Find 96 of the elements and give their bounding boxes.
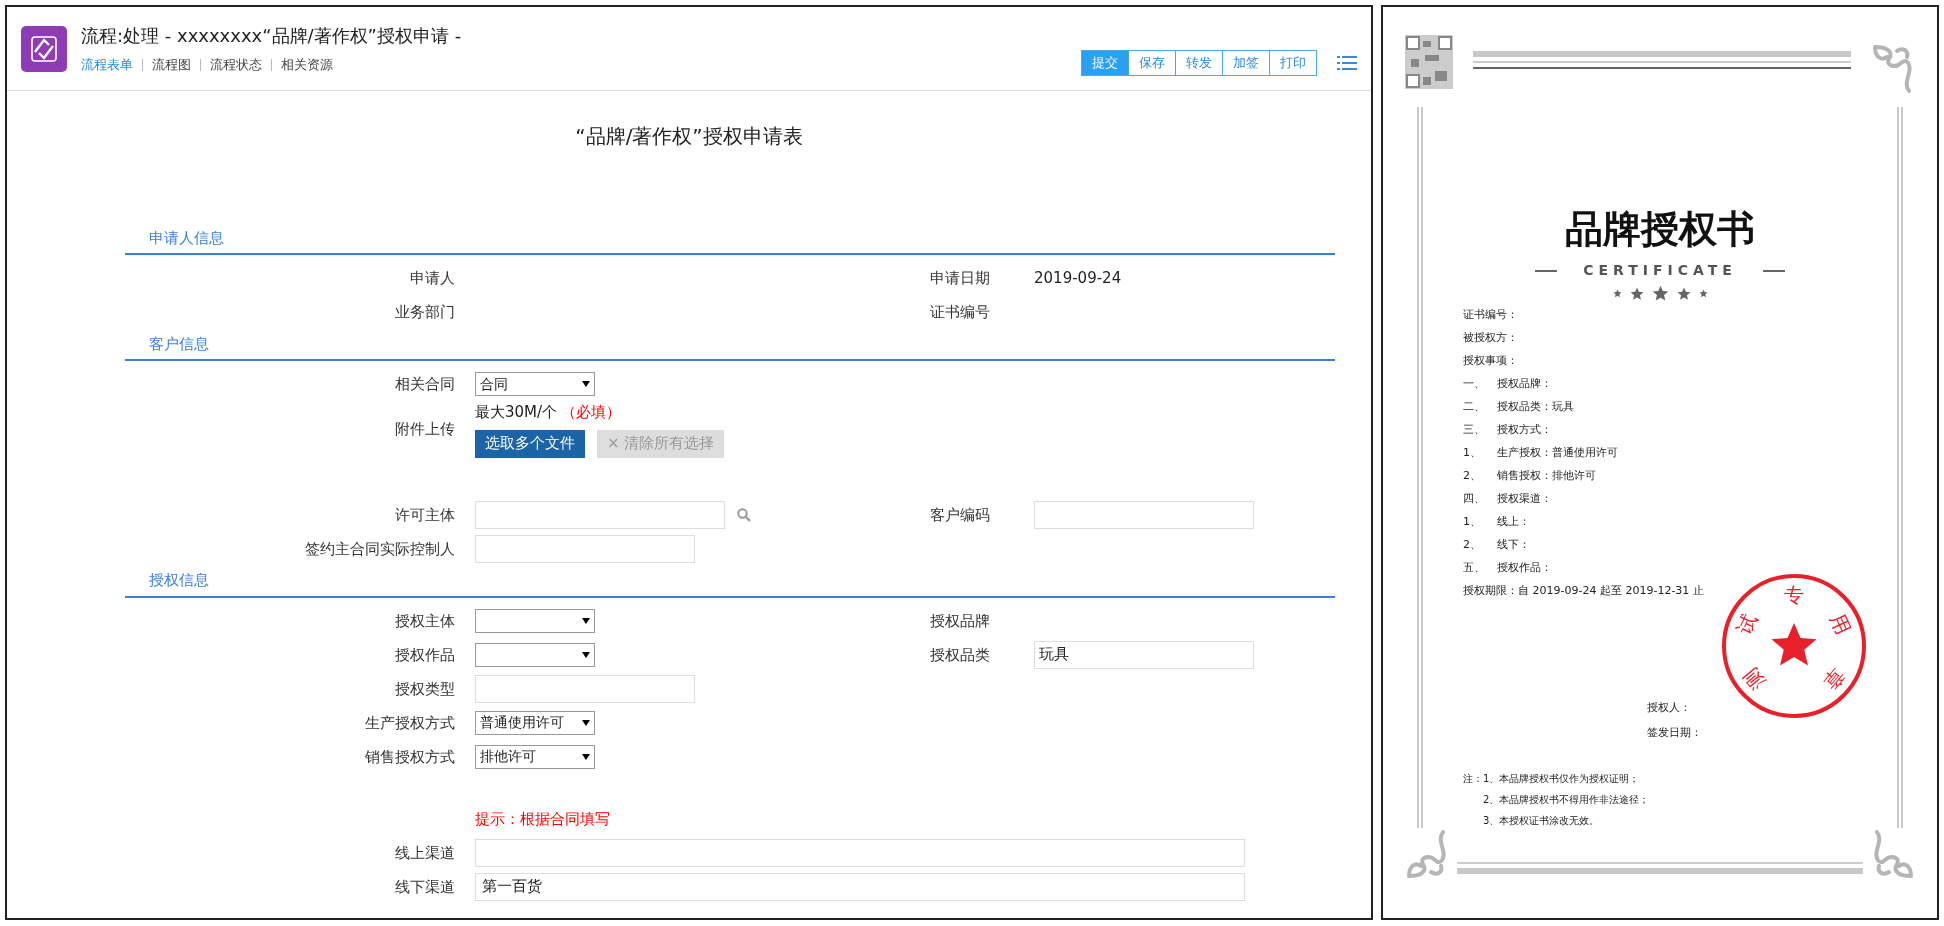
certificate-subtitle: CERTIFICATE: [1583, 261, 1737, 280]
certificate-title: 品牌授权书: [1565, 206, 1755, 253]
field-label: 生产授权方式: [365, 713, 455, 732]
list-marker: 2、: [1463, 467, 1482, 484]
list-marker: 五、: [1463, 559, 1486, 576]
field-label: 授权品类: [930, 645, 990, 664]
field-label: 申请人: [410, 269, 455, 287]
input-field[interactable]: [475, 674, 695, 703]
note-text: 注：1、本品牌授权书仅作为授权证明；: [1463, 772, 1641, 786]
certificate-line: 证书编号：: [1463, 306, 1518, 323]
dropdown-value: 普通使用许可: [480, 713, 564, 732]
search-icon[interactable]: [737, 507, 751, 522]
certificate-line: 被授权方：: [1463, 329, 1518, 346]
size-limit-text: 最大30M/个: [475, 402, 558, 423]
caret-icon: [582, 753, 590, 760]
dropdown[interactable]: 合同: [475, 372, 595, 396]
required-text: （必填）: [561, 402, 622, 423]
input-value: 玩具: [1039, 644, 1069, 666]
caret-icon: [582, 719, 590, 726]
dropdown[interactable]: 普通使用许可: [475, 710, 595, 735]
input-field[interactable]: 第一百货: [475, 872, 1245, 901]
certificate-line: 授权方式：: [1497, 421, 1552, 438]
dropdown[interactable]: [475, 642, 595, 667]
input-field[interactable]: 玩具: [1034, 640, 1254, 669]
note-text: 2、本品牌授权书不得用作非法途径；: [1482, 793, 1651, 807]
caret-icon: [582, 617, 590, 624]
section-title: 授权信息: [149, 570, 209, 591]
certificate-line: 授权渠道：: [1497, 490, 1552, 507]
signer-label: 授权人：: [1647, 700, 1692, 716]
section-title: 申请人信息: [149, 227, 224, 249]
corner-ornament-icon: [1871, 43, 1915, 95]
field-label: 线上渠道: [395, 843, 455, 862]
certificate-line: 授权品牌：: [1497, 375, 1552, 392]
field-label: 授权品牌: [930, 611, 990, 630]
caret-icon: [582, 651, 590, 658]
list-marker: 1、: [1463, 444, 1482, 461]
certificate-line: 授权事项：: [1463, 352, 1518, 369]
qr-code-icon: [1405, 35, 1453, 89]
certificate-line: 线下：: [1497, 536, 1530, 553]
tab[interactable]: 流程图: [152, 55, 191, 75]
star-icon: [1629, 286, 1644, 301]
menu-icon[interactable]: [1337, 55, 1357, 71]
field-label: 授权作品: [395, 645, 455, 664]
seal-stamp: 测试专用章: [1719, 571, 1869, 721]
issue-date-label: 签发日期：: [1647, 724, 1703, 741]
field-label: 证书编号: [930, 303, 990, 321]
input-field[interactable]: [475, 534, 695, 563]
list-marker: 三、: [1463, 421, 1486, 438]
star-icon: [1612, 289, 1622, 298]
window-title: 流程:处理 - xxxxxxxx“品牌/著作权”授权申请 -: [81, 24, 463, 49]
dropdown[interactable]: 排他许可: [475, 744, 595, 769]
field-label: 申请日期: [930, 269, 990, 287]
field-label: 许可主体: [395, 505, 455, 524]
hint-text: 提示：根据合同填写: [475, 809, 610, 831]
certificate-line: 线上：: [1497, 513, 1530, 530]
field-label: 授权类型: [395, 679, 455, 698]
field-label: 签约主合同实际控制人: [305, 539, 455, 558]
caret-icon: [582, 381, 590, 387]
form-title: “品牌/著作权”授权申请表: [575, 123, 803, 150]
field-label: 客户编码: [930, 505, 990, 524]
app-logo-icon: [21, 25, 67, 72]
star-icon: [1698, 289, 1708, 298]
field-label: 销售授权方式: [365, 747, 455, 766]
list-marker: 2、: [1463, 536, 1482, 553]
dropdown[interactable]: [475, 608, 595, 633]
certificate-line: 生产授权：普通使用许可: [1497, 444, 1618, 461]
list-marker: 二、: [1463, 398, 1486, 415]
field-label: 线下渠道: [395, 877, 455, 896]
section-title: 客户信息: [149, 333, 209, 355]
star-icon: [1651, 285, 1669, 302]
list-marker: 四、: [1463, 490, 1486, 507]
certificate-line: 授权期限：自 2019-09-24 起至 2019-12-31 止: [1463, 582, 1704, 599]
input-field[interactable]: [1034, 500, 1254, 529]
dropdown-value: 排他许可: [480, 747, 536, 766]
field-label: 附件上传: [395, 420, 455, 439]
field-label: 业务部门: [395, 303, 455, 321]
field-label: 授权主体: [395, 611, 455, 630]
star-icon: [1676, 286, 1691, 301]
list-marker: 1、: [1463, 513, 1482, 530]
input-field[interactable]: [475, 500, 725, 529]
corner-ornament-icon: [1405, 828, 1449, 880]
note-text: 3、本授权证书涂改无效。: [1482, 814, 1601, 828]
tab[interactable]: 流程表单: [81, 55, 133, 75]
certificate-line: 授权作品：: [1497, 559, 1552, 576]
input-field[interactable]: [475, 838, 1245, 867]
dropdown-value: 合同: [480, 374, 508, 394]
certificate-line: 销售授权：排他许可: [1497, 467, 1596, 484]
select-files-button[interactable]: 选取多个文件: [475, 429, 585, 458]
field-label: 相关合同: [395, 375, 455, 393]
tab[interactable]: 流程状态: [210, 55, 262, 75]
corner-ornament-icon: [1871, 828, 1915, 880]
field-value: 2019-09-24: [1034, 267, 1122, 289]
input-value: 第一百货: [482, 876, 542, 898]
certificate-line: 授权品类：玩具: [1497, 398, 1574, 415]
list-marker: 一、: [1463, 375, 1486, 392]
tab[interactable]: 相关资源: [281, 55, 333, 75]
